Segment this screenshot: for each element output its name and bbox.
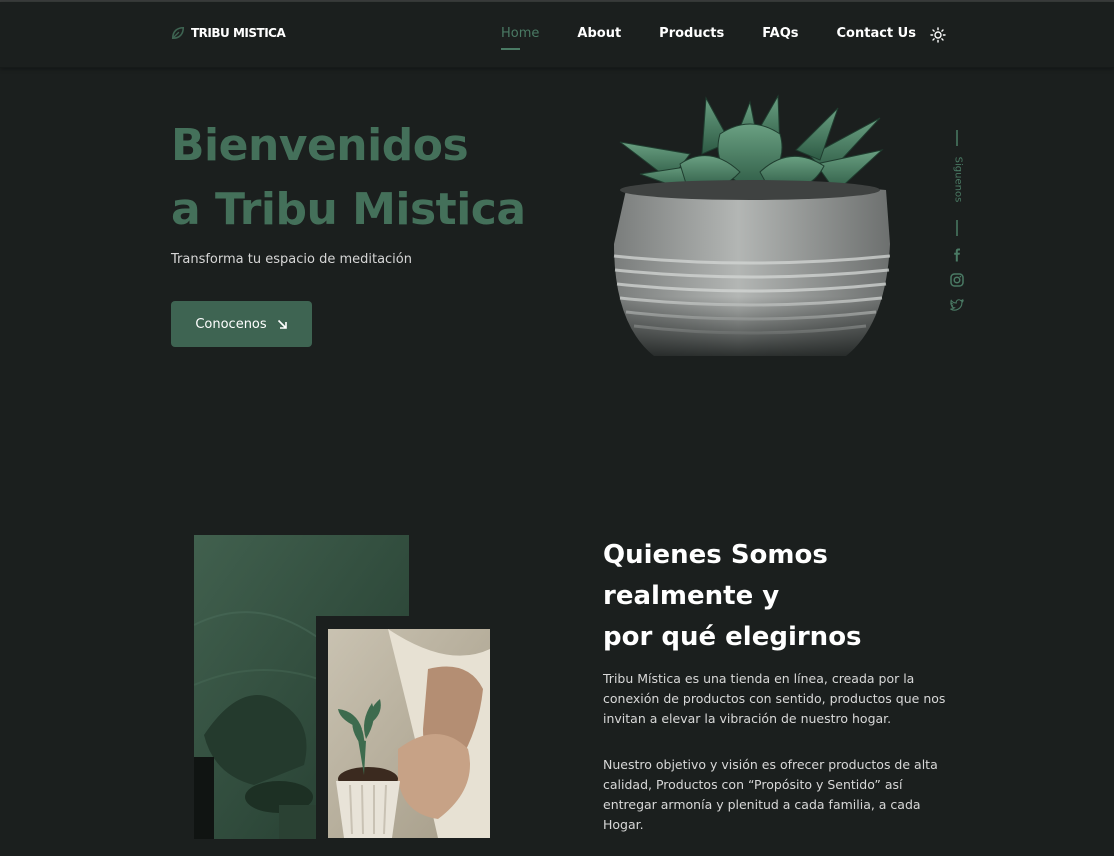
twitter-icon[interactable] (950, 298, 964, 312)
hero-title-line2: a Tribu Mistica (171, 184, 526, 235)
social-label: Siguenos (952, 156, 964, 203)
hero-title: Bienvenidos a Tribu Mistica (171, 114, 526, 242)
social-sidebar: Siguenos (948, 130, 968, 320)
instagram-icon[interactable] (950, 273, 964, 287)
site-header: TRIBU MISTICA Home About Products FAQs C… (0, 2, 1114, 68)
nav-contact[interactable]: Contact Us (837, 26, 916, 41)
arrow-down-right-icon (277, 319, 287, 329)
hero-title-line1: Bienvenidos (171, 120, 469, 171)
sun-icon[interactable] (930, 27, 946, 43)
about-paragraph-1: Tribu Mística es una tienda en línea, cr… (603, 671, 946, 726)
leaf-icon (171, 26, 185, 40)
succulent-pot-image (610, 94, 890, 364)
conocenos-button[interactable]: Conocenos (171, 301, 312, 347)
about-title: Quienes Somos realmente y por qué elegir… (603, 535, 963, 658)
logo-text: TRIBU MISTICA (191, 26, 286, 40)
nav-products[interactable]: Products (659, 26, 724, 41)
hands-planting-image (328, 629, 490, 838)
social-divider-top (956, 130, 958, 146)
main-nav: Home About Products FAQs Contact Us (501, 26, 954, 50)
nav-faqs[interactable]: FAQs (762, 26, 798, 41)
nav-home[interactable]: Home (501, 26, 539, 50)
about-paragraph-2: Nuestro objetivo y visión es ofrecer pro… (603, 757, 938, 832)
cta-label: Conocenos (195, 316, 267, 332)
about-title-line1: Quienes Somos (603, 540, 828, 570)
hero-subtitle: Transforma tu espacio de meditación (171, 252, 412, 267)
page: TRIBU MISTICA Home About Products FAQs C… (0, 0, 1114, 856)
nav-about[interactable]: About (577, 26, 621, 41)
about-title-line2: realmente y (603, 581, 780, 611)
social-divider-bottom (956, 220, 958, 236)
facebook-icon[interactable] (950, 248, 964, 262)
about-title-line3: por qué elegirnos (603, 622, 862, 652)
logo[interactable]: TRIBU MISTICA (171, 26, 286, 40)
